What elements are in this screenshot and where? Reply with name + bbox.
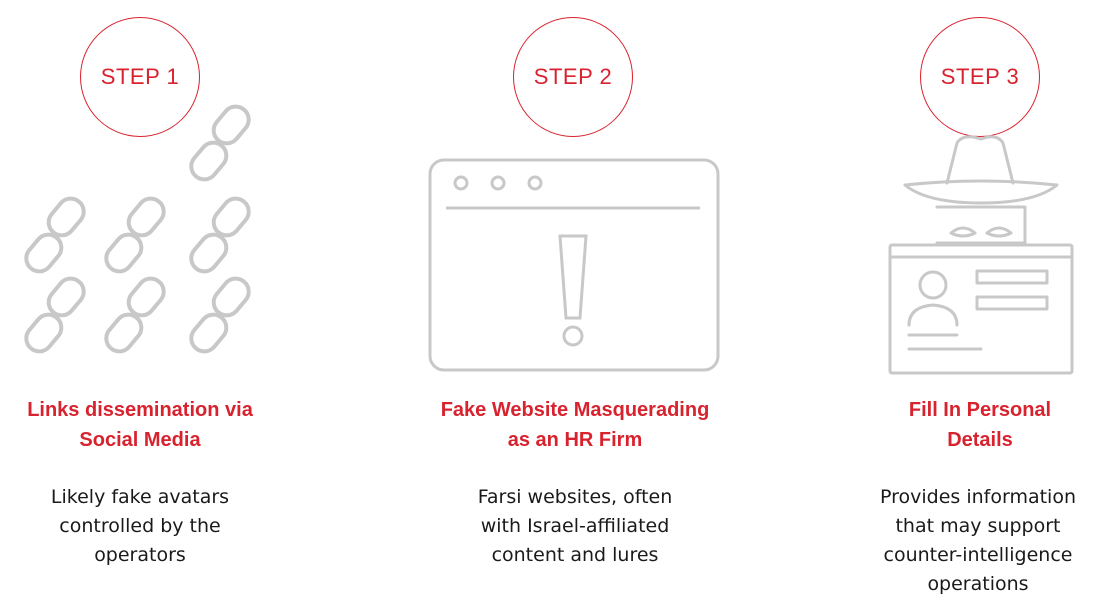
chain-link-icon <box>18 99 257 359</box>
step-3-heading: Fill In Personal Details <box>860 395 1100 455</box>
spy-id-card-icon <box>888 135 1074 375</box>
step-3-desc-line-2: that may support <box>895 515 1061 537</box>
step-1-heading: Links dissemination via Social Media <box>0 395 280 455</box>
step-3-desc-line-1: Provides information <box>879 486 1076 508</box>
step-3-desc-line-4: operations <box>927 573 1029 595</box>
browser-warning-icon <box>428 158 720 372</box>
step-1-desc-line-3: operators <box>94 544 186 566</box>
step-2-heading-line-1: Fake Website Masquerading <box>440 399 710 421</box>
step-3-label: STEP 3 <box>940 64 1020 89</box>
step-3-heading-line-2: Details <box>947 429 1013 451</box>
step-2-desc-line-2: with Israel-affiliated <box>480 515 670 537</box>
step-1-desc-line-2: controlled by the <box>59 515 221 537</box>
step-3-description: Provides information that may support co… <box>855 483 1101 599</box>
step-2-heading-line-2: as an HR Firm <box>507 429 643 451</box>
step-3-heading-line-1: Fill In Personal <box>908 399 1052 421</box>
step-1-desc-line-1: Likely fake avatars <box>50 486 230 508</box>
step-1-label: STEP 1 <box>100 64 180 89</box>
step-1-description: Likely fake avatars controlled by the op… <box>0 483 280 570</box>
step-2-label: STEP 2 <box>533 64 613 89</box>
step-2-desc-line-1: Farsi websites, often <box>477 486 673 508</box>
step-2-badge: STEP 2 <box>513 17 633 137</box>
step-2-heading: Fake Website Masquerading as an HR Firm <box>410 395 740 455</box>
step-3-desc-line-3: counter-intelligence <box>883 544 1073 566</box>
step-2-description: Farsi websites, often with Israel-affili… <box>410 483 740 570</box>
step-1-heading-line-1: Links dissemination via <box>27 399 253 421</box>
step-3-badge: STEP 3 <box>920 17 1040 137</box>
step-1-heading-line-2: Social Media <box>79 429 201 451</box>
step-2-desc-line-3: content and lures <box>491 544 659 566</box>
